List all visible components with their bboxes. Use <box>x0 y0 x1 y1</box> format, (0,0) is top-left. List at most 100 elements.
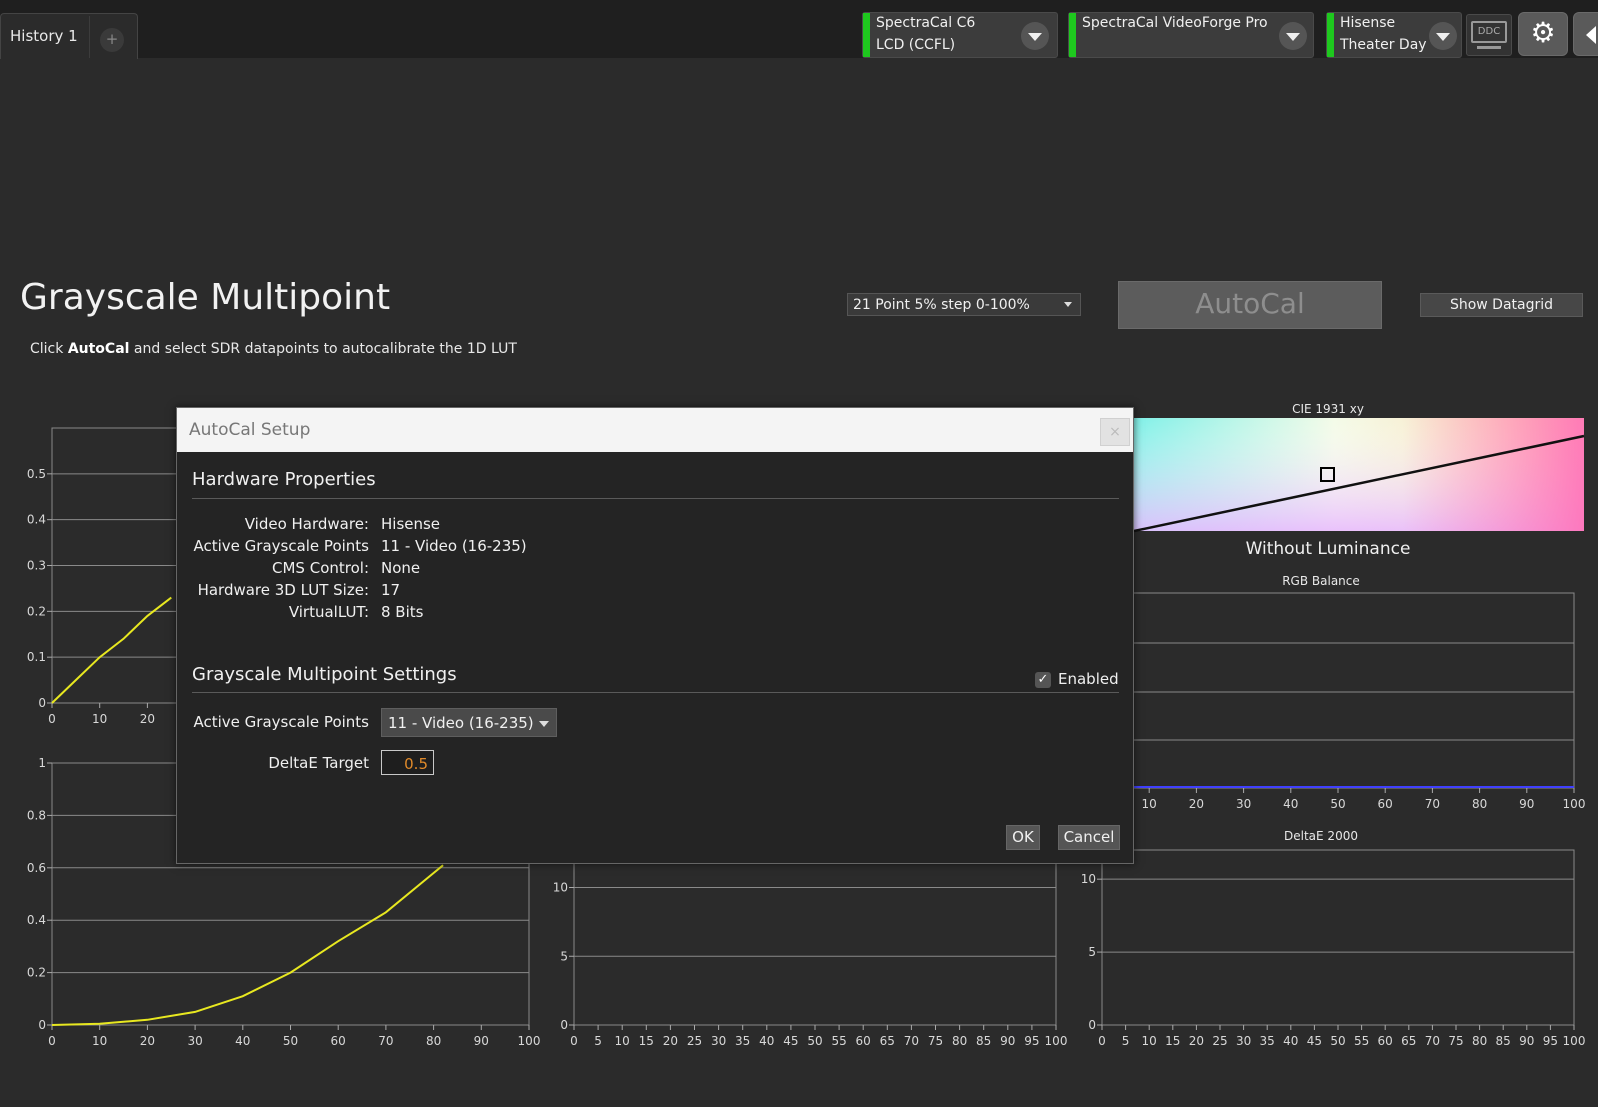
active-points-prop-label: Active Grayscale Points <box>193 537 369 555</box>
bottom-middle-chart: 05100 5 10 15 20 25 30 35 40 45 50 55 60 65 70 75 80 85 90… <box>553 859 1067 1048</box>
x-tick-label: 95 <box>1543 1034 1558 1048</box>
rgb-balance-title: RGB Balance <box>1282 574 1360 588</box>
x-tick-label: 25 <box>687 1034 702 1048</box>
x-tick-label: 35 <box>1260 1034 1275 1048</box>
x-tick-label: 100 <box>1563 797 1586 811</box>
y-tick-label: 0.4 <box>27 913 46 927</box>
x-tick-label: 10 <box>1142 1034 1157 1048</box>
settings-section-title: Grayscale Multipoint Settings <box>192 664 457 685</box>
x-tick-label: 75 <box>928 1034 943 1048</box>
x-tick-label: 55 <box>831 1034 846 1048</box>
x-tick-label: 60 <box>331 1034 346 1048</box>
x-tick-label: 50 <box>1330 797 1345 811</box>
x-tick-label: 20 <box>1189 797 1204 811</box>
plot-frame <box>573 859 1057 1026</box>
enabled-label: Enabled <box>1058 670 1119 688</box>
top-left-chart: 0 0.1 0.2 0.3 0.4 0.5 0 10 20 <box>27 427 181 726</box>
video-hardware-value: Hisense <box>381 515 441 533</box>
video-hardware-label: Video Hardware: <box>244 515 369 533</box>
y-tick-label: 0.3 <box>27 559 46 573</box>
active-points-select[interactable]: 11 - Video (16-235) <box>381 708 557 737</box>
x-tick-label: 90 <box>1000 1034 1015 1048</box>
x-tick-label: 90 <box>1519 1034 1534 1048</box>
x-tick-label: 30 <box>187 1034 202 1048</box>
x-tick-label: 0 <box>48 712 56 726</box>
x-tick-label: 20 <box>140 712 155 726</box>
x-tick-label: 35 <box>735 1034 750 1048</box>
x-tick-label: 40 <box>235 1034 250 1048</box>
cancel-button[interactable]: Cancel <box>1058 825 1120 850</box>
y-tick-label: 0.5 <box>27 467 46 481</box>
y-tick-label: 10 <box>1081 872 1096 886</box>
lut-size-value: 17 <box>381 581 401 599</box>
x-tick-label: 70 <box>1425 1034 1440 1048</box>
cms-control-value: None <box>381 559 421 577</box>
ok-button[interactable]: OK <box>1006 825 1040 850</box>
y-tick-label: 0.2 <box>27 966 46 980</box>
x-tick-label: 65 <box>880 1034 895 1048</box>
y-tick-label: 10 <box>553 881 568 895</box>
x-tick-label: 40 <box>759 1034 774 1048</box>
x-tick-label: 65 <box>1401 1034 1416 1048</box>
series-line <box>51 596 172 704</box>
y-tick-label: 5 <box>1088 945 1096 959</box>
y-tick-label: 0 <box>38 696 46 710</box>
y-tick-label: 0.1 <box>27 650 46 664</box>
section-divider <box>192 498 1119 499</box>
hardware-section-title: Hardware Properties <box>192 469 376 490</box>
x-tick-label: 80 <box>1472 797 1487 811</box>
x-tick-label: 80 <box>952 1034 967 1048</box>
close-icon[interactable]: × <box>1100 418 1130 446</box>
x-tick-label: 90 <box>474 1034 489 1048</box>
x-tick-label: 60 <box>1378 797 1393 811</box>
active-points-label: Active Grayscale Points <box>193 713 369 731</box>
x-tick-label: 30 <box>1236 1034 1251 1048</box>
x-tick-label: 5 <box>1122 1034 1130 1048</box>
x-tick-label: 60 <box>856 1034 871 1048</box>
x-tick-label: 95 <box>1024 1034 1039 1048</box>
cie-chart-title: CIE 1931 xy <box>1292 402 1364 416</box>
x-tick-label: 10 <box>92 1034 107 1048</box>
y-tick-label: 0.6 <box>27 861 46 875</box>
virtuallut-value: 8 Bits <box>381 603 424 621</box>
x-tick-label: 80 <box>1472 1034 1487 1048</box>
y-tick-label: 5 <box>560 949 568 963</box>
x-tick-label: 20 <box>1189 1034 1204 1048</box>
x-tick-label: 50 <box>807 1034 822 1048</box>
x-tick-label: 20 <box>140 1034 155 1048</box>
x-tick-label: 90 <box>1519 797 1534 811</box>
y-tick-label: 0.8 <box>27 808 46 822</box>
cie-subtitle: Without Luminance <box>1246 539 1411 559</box>
rgb-balance-chart: 10 20 30 40 50 60 70 80 90 100 <box>1101 592 1586 811</box>
x-tick-label: 45 <box>783 1034 798 1048</box>
dialog-header: AutoCal Setup × <box>177 408 1133 452</box>
x-tick-label: 80 <box>426 1034 441 1048</box>
dialog-title: AutoCal Setup <box>189 420 311 440</box>
x-tick-label: 85 <box>1496 1034 1511 1048</box>
x-tick-label: 85 <box>976 1034 991 1048</box>
x-tick-label: 75 <box>1448 1034 1463 1048</box>
cms-control-label: CMS Control: <box>272 559 369 577</box>
x-tick-label: 50 <box>283 1034 298 1048</box>
x-tick-label: 0 <box>570 1034 578 1048</box>
deltae-target-label: DeltaE Target <box>268 754 369 772</box>
x-tick-label: 100 <box>518 1034 541 1048</box>
cie-plot-magenta <box>1131 418 1584 531</box>
x-tick-label: 30 <box>1236 797 1251 811</box>
autocal-setup-dialog: AutoCal Setup × Hardware Properties Vide… <box>176 407 1134 864</box>
y-tick-label: 1 <box>38 756 46 770</box>
x-tick-label: 70 <box>1425 797 1440 811</box>
y-tick-label: 0 <box>38 1018 46 1032</box>
virtuallut-label: VirtualLUT: <box>288 603 369 621</box>
x-tick-label: 20 <box>663 1034 678 1048</box>
x-tick-label: 45 <box>1307 1034 1322 1048</box>
x-tick-label: 40 <box>1283 797 1298 811</box>
plot-frame <box>1101 849 1575 1026</box>
series-line <box>51 864 444 1026</box>
enabled-checkbox[interactable]: ✓ <box>1035 672 1051 688</box>
lut-size-label: Hardware 3D LUT Size: <box>197 581 369 599</box>
plot-frame <box>1101 592 1575 789</box>
deltae-target-input[interactable] <box>381 750 434 775</box>
x-tick-label: 30 <box>711 1034 726 1048</box>
x-tick-label: 10 <box>615 1034 630 1048</box>
